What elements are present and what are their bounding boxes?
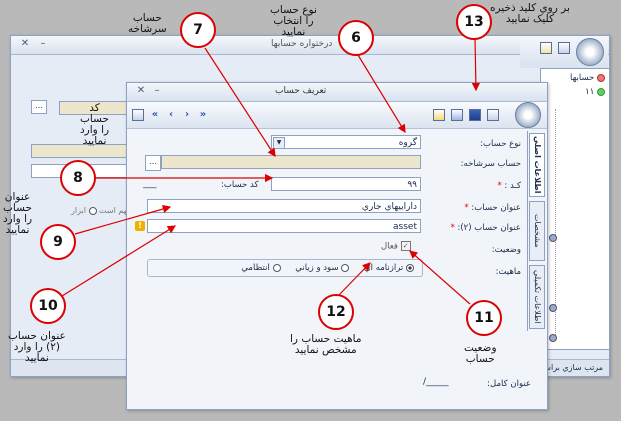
callout-6: 6 (338, 20, 374, 56)
status-label: وضعيت: (491, 245, 521, 255)
account-title2-input[interactable]: asset (147, 219, 421, 233)
last-record-icon[interactable]: » (197, 109, 209, 121)
code-input[interactable]: ۹۹ (271, 177, 421, 191)
prev-record-icon[interactable]: ‹ (165, 109, 177, 121)
dialog-toolbar: « ‹ › » (127, 102, 547, 129)
account-type-select[interactable]: گروه ▼ (271, 135, 421, 149)
tree-toolbar (520, 36, 608, 68)
callout-9-text: عنوان حساب را وارد نماييد (3, 191, 33, 236)
close-icon[interactable]: ✕ (135, 85, 147, 97)
nature-radio-group: ترازنامه اي سود و زياني انتظامي (147, 259, 423, 277)
callout-9: 9 (40, 224, 76, 260)
callout-12: 12 (318, 294, 354, 330)
nav-arrows: « ‹ › » (149, 109, 229, 121)
account-title2-label: عنوان حساب (۲): * (450, 223, 522, 233)
account-title-label: عنوان حساب: * (464, 203, 521, 213)
edit-icon[interactable] (540, 42, 552, 54)
save-new-icon[interactable] (433, 109, 445, 121)
tree-nodes (555, 109, 566, 339)
account-code-label: کد حساب: (221, 180, 259, 190)
tree-window-title: درختواره حسابها (271, 39, 333, 49)
callout-10: 10 (30, 288, 66, 324)
code-label: کـد : * (497, 181, 521, 191)
callout-11-text: وضعيت حساب (464, 342, 497, 365)
parent-account-browse-button[interactable]: … (145, 155, 161, 171)
account-type-label: نوع حساب: (480, 139, 521, 149)
callout-7: 7 (180, 12, 216, 48)
behind-browse-button: … (31, 100, 47, 114)
new-document-icon[interactable] (487, 109, 499, 121)
tree-node-icon[interactable] (549, 234, 557, 242)
callout-6-text: نوع حساب را انتخاب نماييد (270, 4, 317, 38)
grid-icon[interactable] (132, 109, 144, 121)
first-record-icon[interactable]: « (149, 109, 161, 121)
status-text: مرتب سازي براسا (541, 363, 603, 372)
next-record-icon[interactable]: › (181, 109, 193, 121)
full-title-label: عنوان کامل: (487, 379, 531, 389)
callout-10-text: عنوان حساب (۲) را وارد نماييد (8, 330, 66, 364)
tree-node-icon[interactable] (549, 334, 557, 342)
chevron-down-icon: ▼ (273, 137, 285, 149)
dialog-title: تعريف حساب (275, 86, 327, 96)
callout-11: 11 (466, 300, 502, 336)
close-icon[interactable]: ✕ (19, 38, 31, 50)
new-icon[interactable] (558, 42, 570, 54)
tree-node-icon[interactable] (549, 304, 557, 312)
nature-option-balance[interactable]: ترازنامه اي (364, 263, 414, 273)
account-code-value: ___ (143, 179, 157, 189)
minimize-icon[interactable]: – (151, 85, 163, 97)
tree-item-11[interactable]: ۱۱ (585, 87, 605, 97)
nature-option-profit-loss[interactable]: سود و زياني (295, 263, 350, 273)
tab-details[interactable]: مشخصات (529, 201, 545, 261)
tab-main-info[interactable]: اطلاعات اصلي (529, 133, 545, 197)
callout-8-text: کد حساب را وارد نماييد (80, 102, 110, 147)
dialog-titlebar: ✕ – تعريف حساب (127, 83, 547, 102)
callout-8: 8 (60, 160, 96, 196)
save-copy-icon[interactable] (451, 109, 463, 121)
nature-option-disciplinary[interactable]: انتظامي (241, 263, 281, 273)
callout-12-text: ماهيت حساب را مشخص نماييد (290, 333, 362, 356)
callout-13: 13 (456, 4, 492, 40)
tree-item-root[interactable]: حسابها (570, 73, 605, 83)
dialog-logo (515, 102, 541, 128)
app-logo (576, 38, 604, 66)
warning-icon: ! (135, 221, 145, 231)
active-checkbox[interactable]: ✓ فعال (381, 241, 411, 252)
nature-label: ماهيت: (495, 267, 521, 277)
full-title-value: /_____ (423, 377, 449, 387)
behind-radios: مهم است ابزار (71, 206, 132, 215)
minimize-icon[interactable]: – (37, 38, 49, 50)
tree-panel: حسابها ۱۱ (540, 68, 610, 350)
callout-7-text: حساب سرشاخه (128, 12, 167, 35)
parent-account-label: حساب سرشاخه: (460, 159, 521, 169)
save-icon[interactable] (469, 109, 481, 121)
account-title-input[interactable]: داراييهاي جاري (147, 199, 421, 213)
callout-13-text: بر روي کليد ذخيره کليک نماييد (490, 2, 570, 25)
tab-extra-info[interactable]: اطلاعات تکميلي (529, 265, 545, 329)
parent-account-field (161, 155, 421, 169)
